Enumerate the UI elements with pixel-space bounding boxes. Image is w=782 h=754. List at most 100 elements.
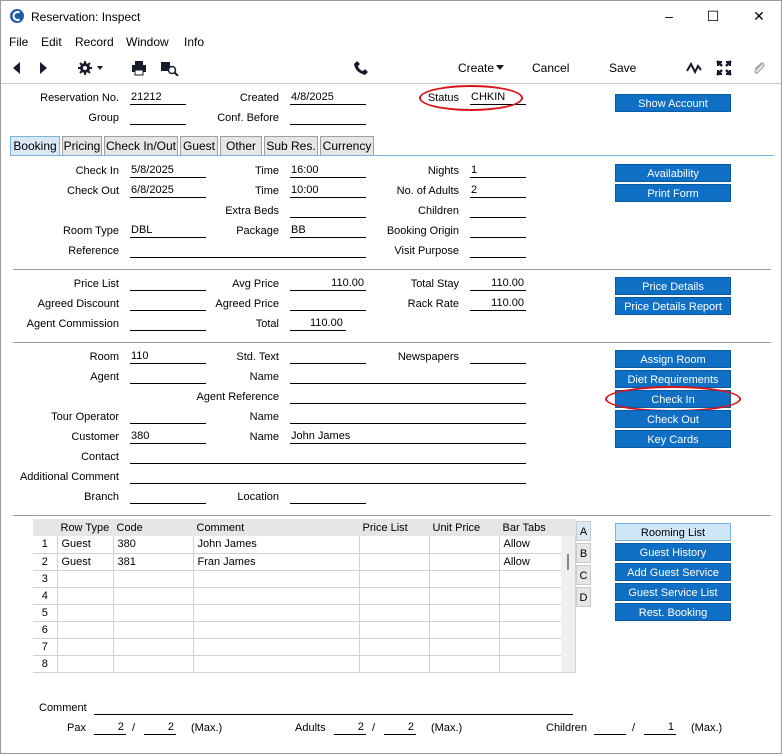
check-out-button[interactable]: Check Out xyxy=(615,410,731,428)
tab-check-in-out[interactable]: Check In/Out xyxy=(104,136,178,156)
minimize-button[interactable]: – xyxy=(647,5,691,27)
tab-currency[interactable]: Currency xyxy=(320,136,374,156)
availability-button[interactable]: Availability xyxy=(615,164,731,182)
column-header[interactable]: Row Type xyxy=(57,519,114,536)
paperclip-icon[interactable] xyxy=(751,60,767,76)
rack-rate-field[interactable]: 110.00 xyxy=(470,297,526,311)
show-account-button[interactable]: Show Account xyxy=(615,94,731,112)
table-cell[interactable] xyxy=(359,655,430,673)
additional-comment-field[interactable] xyxy=(130,470,526,484)
check-in-field[interactable]: 5/8/2025 xyxy=(130,164,206,178)
table-cell[interactable] xyxy=(359,604,430,622)
menu-edit[interactable]: Edit xyxy=(41,35,62,49)
next-record-icon[interactable] xyxy=(35,60,51,76)
menu-file[interactable]: File xyxy=(9,35,28,49)
table-cell[interactable]: Fran James xyxy=(193,553,360,571)
std-text-field[interactable] xyxy=(290,350,366,364)
price-list-field[interactable] xyxy=(130,277,206,291)
tab-guest[interactable]: Guest xyxy=(180,136,218,156)
side-tab-d[interactable]: D xyxy=(576,587,591,607)
table-cell[interactable] xyxy=(113,587,194,605)
table-cell[interactable] xyxy=(193,570,360,588)
children-max-field[interactable]: 1 xyxy=(644,721,676,735)
expand-icon[interactable] xyxy=(716,60,732,76)
table-cell[interactable] xyxy=(359,638,430,656)
table-row[interactable]: 7 xyxy=(33,638,576,656)
chevron-down-icon[interactable] xyxy=(495,65,505,71)
table-cell[interactable] xyxy=(429,604,500,622)
table-cell[interactable] xyxy=(429,536,500,554)
table-cell[interactable] xyxy=(429,553,500,571)
created-field[interactable]: 4/8/2025 xyxy=(290,91,366,105)
table-cell[interactable] xyxy=(193,604,360,622)
table-cell[interactable] xyxy=(359,553,430,571)
agreed-price-field[interactable] xyxy=(290,297,366,311)
table-cell[interactable] xyxy=(193,621,360,639)
time-in-field[interactable]: 16:00 xyxy=(290,164,366,178)
previous-record-icon[interactable] xyxy=(9,60,25,76)
print-icon[interactable] xyxy=(131,60,147,76)
add-guest-service-button[interactable]: Add Guest Service xyxy=(615,563,731,581)
agent-name-field[interactable] xyxy=(290,370,526,384)
table-row[interactable]: 5 xyxy=(33,604,576,622)
table-cell[interactable] xyxy=(113,638,194,656)
tour-name-field[interactable] xyxy=(290,410,526,424)
extra-beds-field[interactable] xyxy=(290,204,366,218)
cancel-button[interactable]: Cancel xyxy=(532,61,569,75)
table-cell[interactable] xyxy=(57,587,114,605)
table-cell[interactable] xyxy=(429,587,500,605)
table-cell[interactable] xyxy=(359,570,430,588)
total-field[interactable]: 110.00 xyxy=(290,317,346,331)
table-cell[interactable]: 381 xyxy=(113,553,194,571)
save-button[interactable]: Save xyxy=(609,61,636,75)
agreed-discount-field[interactable] xyxy=(130,297,206,311)
tab-pricing[interactable]: Pricing xyxy=(62,136,102,156)
create-button[interactable]: Create xyxy=(458,61,494,75)
customer-name-field[interactable]: John James xyxy=(290,430,526,444)
print-preview-icon[interactable] xyxy=(159,60,179,76)
newspapers-field[interactable] xyxy=(470,350,526,364)
conf-before-field[interactable] xyxy=(290,111,366,125)
pax-field[interactable]: 2 xyxy=(94,721,126,735)
reference-field[interactable] xyxy=(130,244,366,258)
menu-window[interactable]: Window xyxy=(126,35,169,49)
time-out-field[interactable]: 10:00 xyxy=(290,184,366,198)
footer-children-field[interactable] xyxy=(594,721,626,735)
booking-origin-field[interactable] xyxy=(470,224,526,238)
price-details-report-button[interactable]: Price Details Report xyxy=(615,297,731,315)
table-cell[interactable] xyxy=(113,621,194,639)
scrollbar-thumb[interactable] xyxy=(567,554,569,570)
table-row[interactable]: 4 xyxy=(33,587,576,605)
table-row[interactable]: 1 Guest 380 John James Allow xyxy=(33,536,576,554)
side-tab-a[interactable]: A xyxy=(576,521,591,541)
table-cell[interactable] xyxy=(429,570,500,588)
adults-max-field[interactable]: 2 xyxy=(384,721,416,735)
menu-record[interactable]: Record xyxy=(75,35,114,49)
phone-icon[interactable] xyxy=(353,60,369,76)
guest-service-list-button[interactable]: Guest Service List xyxy=(615,583,731,601)
branch-field[interactable] xyxy=(130,490,206,504)
assign-room-button[interactable]: Assign Room xyxy=(615,350,731,368)
table-row[interactable]: 8 xyxy=(33,655,576,673)
table-scrollbar[interactable] xyxy=(561,536,575,672)
print-form-button[interactable]: Print Form xyxy=(615,184,731,202)
table-cell[interactable] xyxy=(57,655,114,673)
table-row[interactable]: 2 Guest 381 Fran James Allow xyxy=(33,553,576,571)
table-cell[interactable] xyxy=(113,655,194,673)
tab-other[interactable]: Other xyxy=(220,136,262,156)
agent-field[interactable] xyxy=(130,370,206,384)
column-header[interactable]: Unit Price xyxy=(429,519,500,536)
key-cards-button[interactable]: Key Cards xyxy=(615,430,731,448)
table-cell[interactable] xyxy=(193,638,360,656)
table-row[interactable]: 6 xyxy=(33,621,576,639)
room-field[interactable]: 110 xyxy=(130,350,206,364)
table-cell[interactable] xyxy=(57,604,114,622)
side-tab-c[interactable]: C xyxy=(576,565,591,585)
customer-field[interactable]: 380 xyxy=(130,430,206,444)
activity-icon[interactable] xyxy=(686,60,702,76)
table-cell[interactable] xyxy=(359,536,430,554)
table-cell[interactable]: 380 xyxy=(113,536,194,554)
column-header[interactable]: Bar Tabs xyxy=(499,519,576,536)
location-field[interactable] xyxy=(290,490,366,504)
table-cell[interactable]: Guest xyxy=(57,536,114,554)
